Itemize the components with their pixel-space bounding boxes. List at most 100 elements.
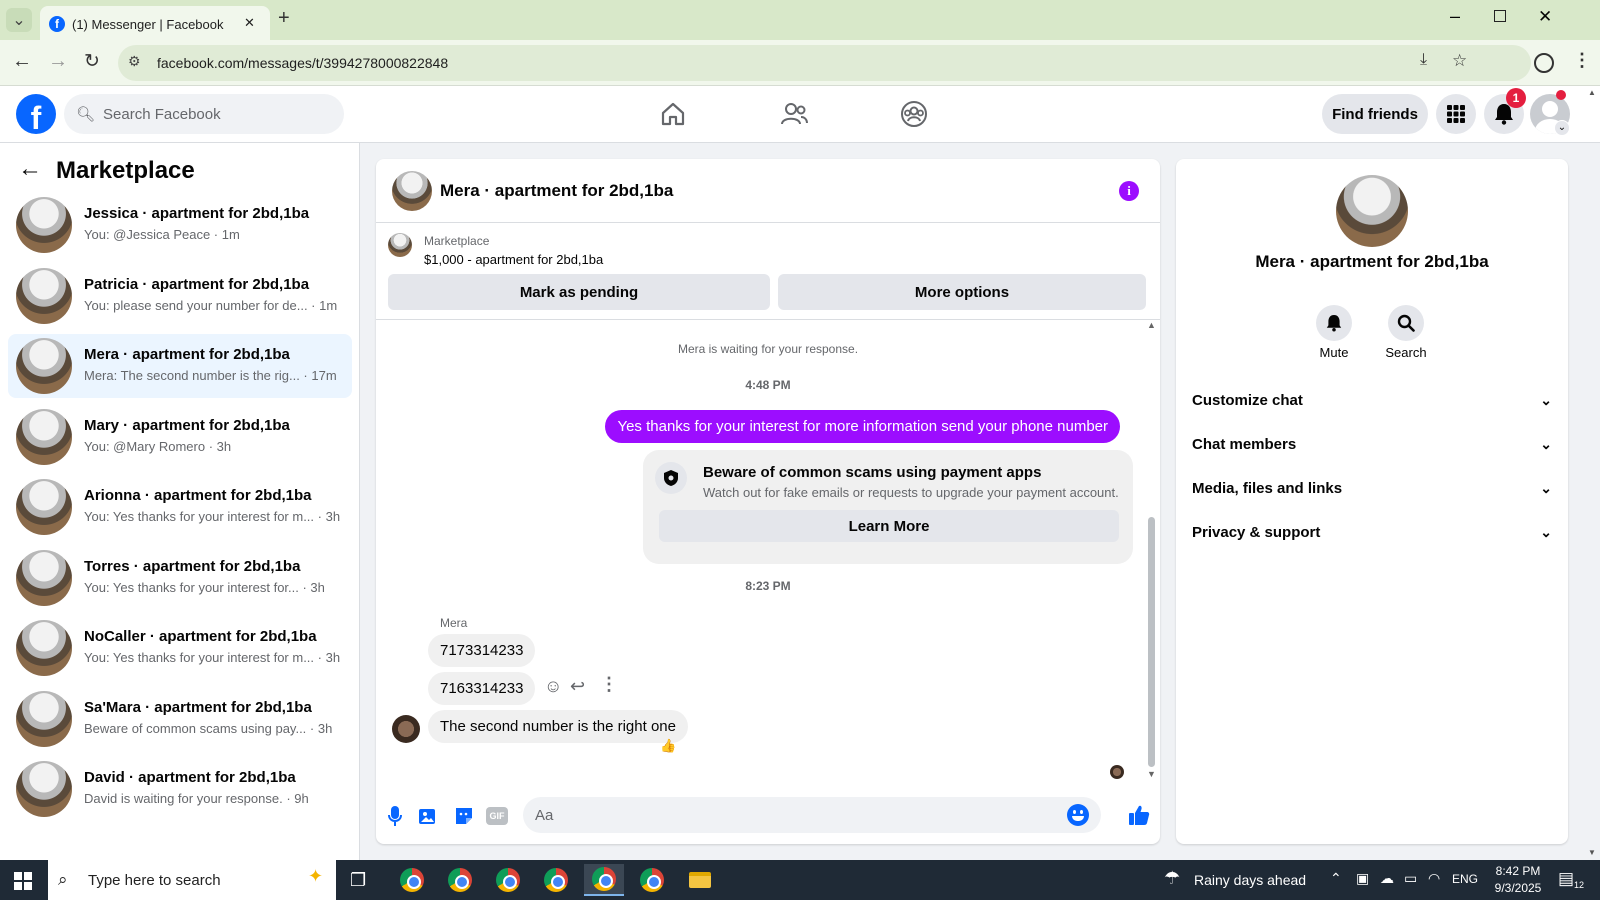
mark-as-pending-button[interactable]: Mark as pending xyxy=(388,274,770,310)
listing-price[interactable]: $1,000 - apartment for 2bd,1ba xyxy=(424,252,603,267)
file-explorer-icon[interactable] xyxy=(680,864,720,896)
install-app-icon[interactable]: ⤓ xyxy=(1420,51,1427,69)
search-conversation-icon[interactable] xyxy=(1388,305,1424,341)
chat-title[interactable]: Mera · apartment for 2bd,1ba xyxy=(440,181,673,201)
menu-grid-icon[interactable] xyxy=(1436,94,1476,134)
weather-text[interactable]: Rainy days ahead xyxy=(1194,872,1306,888)
scroll-up-icon[interactable]: ▲ xyxy=(1147,320,1156,330)
microphone-icon[interactable] xyxy=(388,805,402,827)
conversation-item[interactable]: Sa'Mara · apartment for 2bd,1ba Beware of… xyxy=(8,687,352,751)
privacy-support-section[interactable]: Privacy & support ⌄ xyxy=(1192,514,1552,550)
message-input[interactable]: Aa xyxy=(523,797,1101,833)
url-text[interactable]: facebook.com/messages/t/3994278000822848 xyxy=(157,55,448,71)
incoming-message[interactable]: 7173314233 xyxy=(428,634,536,667)
details-avatar[interactable] xyxy=(1336,175,1408,247)
incoming-message[interactable]: 7163314233 xyxy=(428,672,536,705)
bookmark-star-icon[interactable]: ☆ xyxy=(1452,51,1467,71)
media-files-section[interactable]: Media, files and links ⌄ xyxy=(1192,470,1552,506)
chrome-icon[interactable] xyxy=(536,864,576,896)
info-icon[interactable]: i xyxy=(1119,181,1139,201)
facebook-logo-icon[interactable]: f xyxy=(16,94,56,134)
chrome-icon[interactable] xyxy=(488,864,528,896)
clock-time[interactable]: 8:42 PM xyxy=(1488,864,1548,878)
conversation-item[interactable]: Patricia · apartment for 2bd,1ba You: ple… xyxy=(8,264,352,328)
search-label[interactable]: Search xyxy=(1376,345,1436,360)
chrome-icon[interactable] xyxy=(440,864,480,896)
omnibox[interactable]: ⚙ facebook.com/messages/t/39942780008228… xyxy=(118,45,1531,81)
details-title: Mera · apartment for 2bd,1ba xyxy=(1255,252,1489,271)
groups-icon[interactable] xyxy=(900,100,928,128)
close-tab-icon[interactable]: ✕ xyxy=(244,15,255,31)
chrome-icon[interactable] xyxy=(392,864,432,896)
scroll-down-icon[interactable]: ▼ xyxy=(1147,769,1156,779)
reply-icon[interactable]: ↩ xyxy=(570,676,585,697)
find-friends-button[interactable]: Find friends xyxy=(1322,94,1428,134)
chevron-down-icon: ⌄ xyxy=(1540,435,1552,452)
browser-tab[interactable]: f (1) Messenger | Facebook ✕ xyxy=(40,6,270,40)
customize-chat-section[interactable]: Customize chat ⌄ xyxy=(1192,382,1552,418)
profile-icon[interactable] xyxy=(1534,53,1554,73)
new-tab-button[interactable]: + xyxy=(278,7,290,30)
home-icon[interactable] xyxy=(660,101,686,127)
close-window-button[interactable]: ✕ xyxy=(1538,7,1552,27)
forward-icon[interactable]: → xyxy=(48,50,68,73)
conversation-item[interactable]: Arionna · apartment for 2bd,1ba You: Yes … xyxy=(8,475,352,539)
windows-start-icon[interactable] xyxy=(14,872,32,890)
chat-members-section[interactable]: Chat members ⌄ xyxy=(1192,426,1552,462)
site-info-icon[interactable]: ⚙ xyxy=(128,53,141,70)
mute-bell-icon[interactable] xyxy=(1316,305,1352,341)
photo-icon[interactable] xyxy=(418,806,438,826)
back-arrow-icon[interactable]: ← xyxy=(18,155,42,183)
outgoing-message[interactable]: Yes thanks for your interest for more in… xyxy=(605,410,1120,443)
battery-icon[interactable]: ▭ xyxy=(1404,870,1417,887)
chrome-icon-active[interactable] xyxy=(584,864,624,896)
conversation-item[interactable]: David · apartment for 2bd,1ba David is wa… xyxy=(8,757,352,821)
reload-icon[interactable]: ↻ xyxy=(84,50,100,73)
chrome-icon[interactable] xyxy=(632,864,672,896)
tray-app-icon[interactable]: ▣ xyxy=(1356,870,1369,887)
more-options-button[interactable]: More options xyxy=(778,274,1146,310)
taskbar-search-input[interactable]: ⌕ Type here to search ✦ xyxy=(48,860,336,900)
browser-menu-icon[interactable]: ⋮ xyxy=(1573,50,1591,71)
reaction-icon[interactable]: 👍 xyxy=(660,738,676,754)
chat-scrollbar[interactable] xyxy=(1148,517,1155,767)
wifi-icon[interactable]: ◠ xyxy=(1428,870,1440,887)
tab-search-icon[interactable]: ⌄ xyxy=(6,8,32,32)
language-indicator[interactable]: ENG xyxy=(1452,872,1478,886)
weather-icon[interactable]: ☂ xyxy=(1164,868,1180,889)
sticker-icon[interactable] xyxy=(454,806,474,826)
listing-thumbnail[interactable] xyxy=(388,233,412,257)
conversation-preview: You: Yes thanks for your interest for...… xyxy=(84,579,325,595)
clock-date[interactable]: 9/3/2025 xyxy=(1488,881,1548,895)
gif-icon[interactable]: GIF xyxy=(486,807,508,825)
react-icon[interactable]: ☺ xyxy=(544,676,562,697)
onedrive-icon[interactable]: ☁ xyxy=(1380,870,1394,887)
emoji-icon[interactable] xyxy=(1067,804,1089,826)
minimize-button[interactable]: – xyxy=(1450,6,1460,27)
restore-button[interactable] xyxy=(1494,10,1506,22)
conversation-item[interactable]: Torres · apartment for 2bd,1ba You: Yes t… xyxy=(8,546,352,610)
conversation-item[interactable]: NoCaller · apartment for 2bd,1ba You: Yes… xyxy=(8,616,352,680)
page-scroll-up-icon[interactable]: ▲ xyxy=(1588,88,1596,97)
taskbar-search-placeholder: Type here to search xyxy=(88,872,221,889)
conversation-item[interactable]: Mera · apartment for 2bd,1ba Mera: The se… xyxy=(8,334,352,398)
page-scroll-down-icon[interactable]: ▼ xyxy=(1588,848,1596,857)
task-view-icon[interactable]: ❐ xyxy=(350,870,366,891)
more-actions-icon[interactable]: ⋮ xyxy=(600,674,618,695)
notification-center-icon[interactable]: ▤ xyxy=(1558,869,1574,889)
chat-details-panel: Mera · apartment for 2bd,1ba Mute Search… xyxy=(1176,159,1568,844)
sender-avatar[interactable] xyxy=(392,715,420,743)
chat-avatar[interactable] xyxy=(392,171,432,211)
like-thumb-icon[interactable] xyxy=(1128,804,1150,826)
back-icon[interactable]: ← xyxy=(12,50,32,73)
conversation-avatar xyxy=(16,197,72,253)
account-chevron-icon[interactable]: ⌄ xyxy=(1554,120,1570,136)
conversation-item[interactable]: Mary · apartment for 2bd,1ba You: @Mary R… xyxy=(8,405,352,469)
incoming-message[interactable]: The second number is the right one xyxy=(428,710,688,743)
tray-chevron-icon[interactable]: ⌃ xyxy=(1330,870,1342,887)
conversation-item[interactable]: Jessica · apartment for 2bd,1ba You: @Jes… xyxy=(8,193,352,257)
fb-search-input[interactable]: 🔍︎ Search Facebook xyxy=(64,94,344,134)
mute-label[interactable]: Mute xyxy=(1304,345,1364,360)
friends-icon[interactable] xyxy=(780,101,808,127)
learn-more-button[interactable]: Learn More xyxy=(659,510,1119,542)
